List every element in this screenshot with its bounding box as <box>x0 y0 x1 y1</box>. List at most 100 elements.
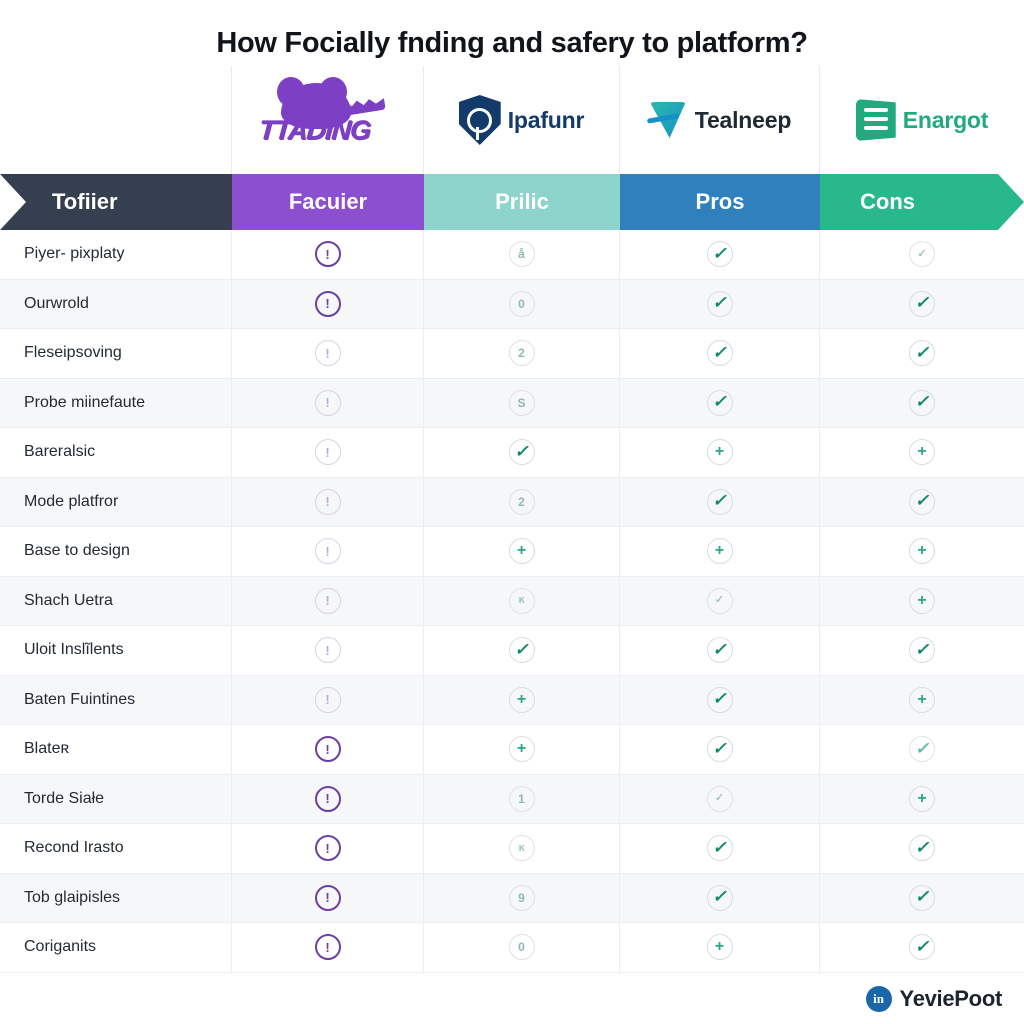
row-label: Mode platfror <box>0 477 232 526</box>
check-icon-small: ✓ <box>706 785 733 812</box>
plus-icon: + <box>706 934 733 961</box>
column-header-facuier[interactable]: Facuier <box>232 174 424 230</box>
table-cell: ✓ <box>620 230 820 279</box>
info-icon: 0 <box>508 934 535 961</box>
table-cell: ✓ <box>820 379 1024 428</box>
brand-logo-strip: TTADING Ipafunr Tealneep Enargot <box>0 66 1024 174</box>
table-cell: ✓ <box>620 378 820 427</box>
table-cell: ✓ <box>620 873 820 922</box>
table-cell: ! <box>232 824 424 873</box>
check-icon: ✓ <box>508 439 535 466</box>
check-icon: ✓ <box>706 241 733 268</box>
brand-logo-tealneep: Tealneep <box>620 66 820 174</box>
row-label: Tob ɡlaipisles <box>0 873 232 922</box>
table-cell: ✓ <box>620 477 820 526</box>
table-cell: ĸ <box>424 824 620 873</box>
table-cell: + <box>820 775 1024 824</box>
table-cell: + <box>820 527 1024 576</box>
info-icon: 9 <box>508 884 535 911</box>
table-cell: + <box>424 675 620 724</box>
table-cell: ĸ <box>424 576 620 625</box>
table-header-row: Tofiier Facuier Prilic Pros Cons <box>0 174 1024 230</box>
plus-icon: + <box>508 736 535 763</box>
table-row: Mode platfror! 2 ✓ ✓ <box>0 477 1024 527</box>
check-icon: ✓ <box>706 637 733 664</box>
info-icon: 0 <box>508 290 535 317</box>
check-icon: ✓ <box>706 884 733 911</box>
teal-arrow-icon <box>646 100 688 140</box>
info-icon: 1 <box>508 785 535 812</box>
table-cell: S <box>424 378 620 427</box>
row-label: Blateʀ <box>0 725 232 774</box>
table-cell: ! <box>232 428 424 477</box>
table-cell: ✓ <box>820 626 1024 675</box>
warning-icon-muted: ! <box>314 340 341 367</box>
table-cell: ! <box>232 725 424 774</box>
row-label: Base to design <box>0 527 232 576</box>
brand-logo-ttading-label: TTADING <box>257 115 371 145</box>
warning-icon-muted: ! <box>314 587 341 614</box>
warning-icon-muted: ! <box>314 488 341 515</box>
column-header-pros[interactable]: Pros <box>620 174 820 230</box>
green-waves-icon <box>855 99 896 141</box>
table-cell: ! <box>232 576 424 625</box>
table-cell: 0 <box>424 923 620 972</box>
table-cell: + <box>820 676 1024 725</box>
plus-icon: + <box>706 538 733 565</box>
row-label: Baten Fuintines <box>0 675 232 724</box>
page-title: How Focially fnding and safery to platfo… <box>216 27 808 59</box>
table-row: Shach Uetra! ĸ ✓ + <box>0 576 1024 626</box>
warning-icon-muted: ! <box>314 538 341 565</box>
column-header-tofiier[interactable]: Tofiier <box>0 174 232 230</box>
table-row: Torde Siałe! 1 ✓ + <box>0 774 1024 824</box>
check-icon: ✓ <box>909 637 935 664</box>
table-cell: 9 <box>424 873 620 922</box>
column-header-cons[interactable]: Cons <box>820 174 1024 230</box>
table-cell: ! <box>232 477 424 526</box>
table-row: Probe miinefaute! S ✓ ✓ <box>0 378 1024 428</box>
table-cell: + <box>424 527 620 576</box>
table-cell: ✓ <box>424 626 620 675</box>
check-icon: ✓ <box>909 488 935 515</box>
table-cell: ✓ <box>820 824 1024 873</box>
check-icon: ✓ <box>706 488 733 515</box>
table-cell: ! <box>232 873 424 922</box>
table-cell: å <box>424 230 620 279</box>
table-cell: ✓ <box>820 874 1024 923</box>
row-label: Recond Irasto <box>0 824 232 873</box>
warning-icon: ! <box>314 785 341 812</box>
table-cell: ! <box>232 774 424 823</box>
warning-icon: ! <box>314 835 341 862</box>
table-row: Bareralsic! ✓ + + <box>0 428 1024 478</box>
watermark-label: YeviePoot <box>899 986 1003 1011</box>
table-row: Coriganits! 0 + ✓ <box>0 923 1024 973</box>
table-cell: 2 <box>424 477 620 526</box>
table-cell: ✓ <box>820 280 1024 329</box>
check-icon: ✓ <box>706 736 733 763</box>
row-label: Uloit Inslĩlents <box>0 626 232 675</box>
table-cell: ! <box>232 230 424 279</box>
table-cell: ! <box>232 675 424 724</box>
table-cell: + <box>620 527 820 576</box>
check-icon: ✓ <box>706 835 733 862</box>
warning-icon: ! <box>314 934 341 961</box>
table-cell: + <box>620 923 820 972</box>
check-icon: ✓ <box>909 290 935 317</box>
table-cell: ! <box>232 378 424 427</box>
column-header-prilic[interactable]: Prilic <box>424 174 620 230</box>
check-icon: ✓ <box>706 340 733 367</box>
warning-icon: ! <box>314 736 341 763</box>
warning-icon: ! <box>314 884 341 911</box>
info-icon: å <box>508 241 535 268</box>
table-cell: ! <box>232 329 424 378</box>
table-row: Baten Fuintines! + ✓ + <box>0 675 1024 725</box>
table-cell: 0 <box>424 279 620 328</box>
warning-icon-muted: ! <box>314 439 341 466</box>
brand-logo-tealneep-label: Tealneep <box>694 106 792 133</box>
table-row: Fleseipsoving! 2 ✓ ✓ <box>0 329 1024 379</box>
check-icon-muted: ✓ <box>909 736 935 763</box>
check-icon: ✓ <box>706 389 733 416</box>
warning-icon-muted: ! <box>314 389 341 416</box>
table-cell: + <box>820 577 1024 626</box>
table-cell: ✓ <box>620 725 820 774</box>
